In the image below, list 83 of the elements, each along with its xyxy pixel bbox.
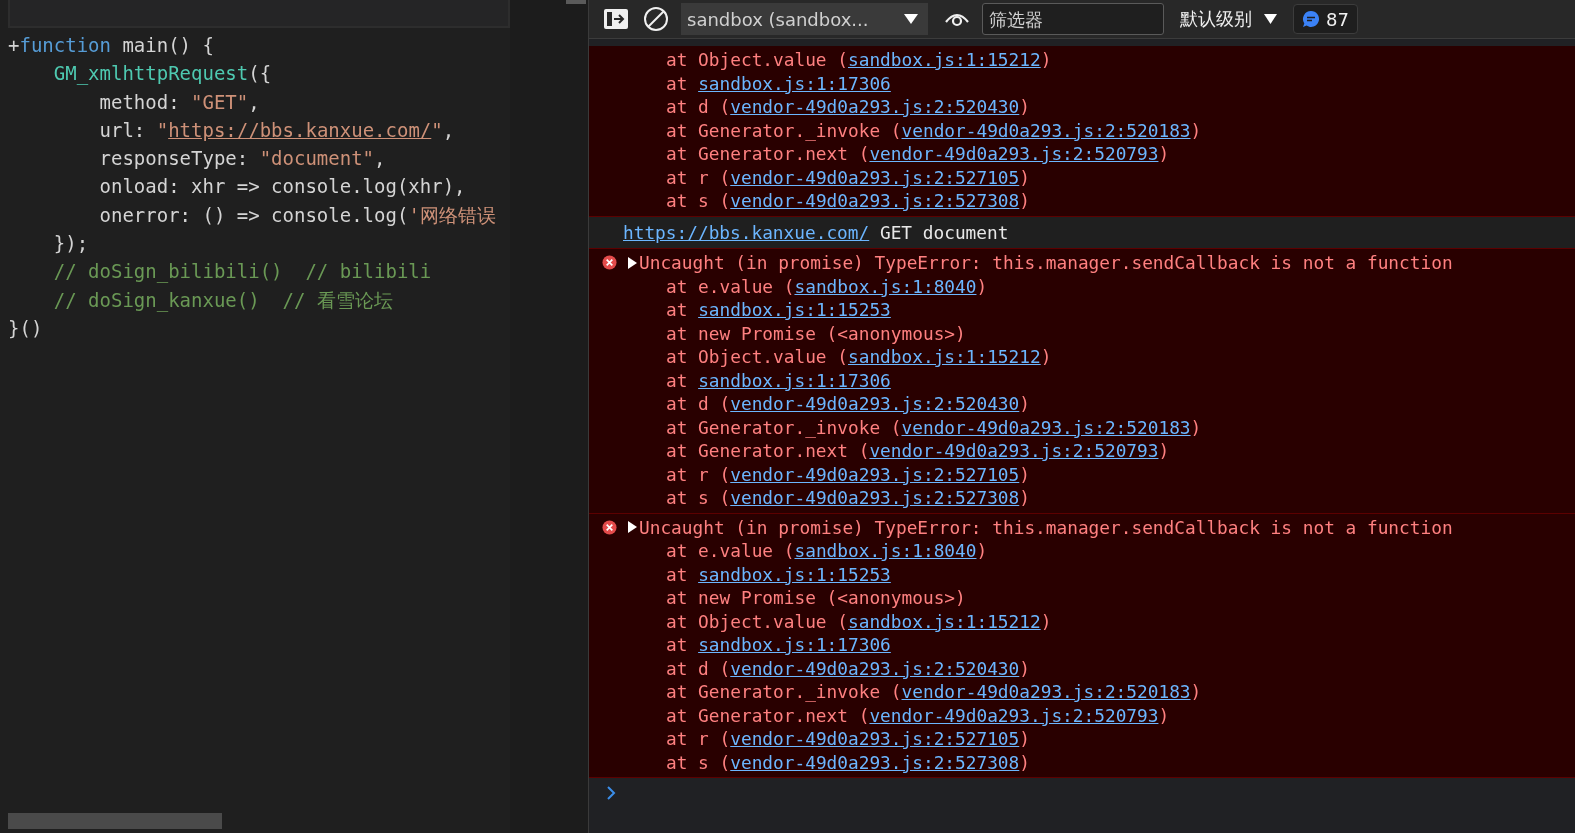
source-link[interactable]: sandbox.js:1:15253 bbox=[698, 299, 891, 320]
stack-frame: at Generator._invoke (vendor-49d0a293.js:2:520183) bbox=[589, 680, 1202, 704]
code-line: onload: xhr => console.log(xhr), bbox=[98, 174, 466, 200]
stack-frame: at Object.value (sandbox.js:1:15212) bbox=[589, 48, 1052, 72]
source-link[interactable]: vendor-49d0a293.js:2:527105 bbox=[730, 166, 1020, 188]
chat-bubble-icon bbox=[1302, 10, 1320, 28]
stack-frame: at r (vendor-49d0a293.js:2:527105) bbox=[589, 462, 1030, 486]
stack-frame: at e.value (sandbox.js:1:8040) bbox=[589, 274, 988, 298]
source-link[interactable]: vendor-49d0a293.js:2:520793 bbox=[869, 143, 1159, 164]
stack-frame: at s (vendor-49d0a293.js:2:527308) bbox=[589, 750, 1030, 774]
stack-frame: at Generator.next (vendor-49d0a293.js:2:520793) bbox=[589, 703, 1170, 727]
stack-frame: at sandbox.js:1:15253 bbox=[589, 562, 891, 586]
source-link[interactable]: vendor-49d0a293.js:2:520430 bbox=[730, 96, 1020, 117]
code-line: }); bbox=[52, 231, 89, 257]
source-link[interactable]: sandbox.js:1:15212 bbox=[848, 610, 1041, 632]
stack-frame: at sandbox.js:1:15253 bbox=[589, 298, 891, 322]
stack-frame: at s (vendor-49d0a293.js:2:527308) bbox=[589, 486, 1030, 510]
log-message: https://bbs.kanxue.com/ GET document bbox=[589, 216, 1575, 249]
source-link[interactable]: vendor-49d0a293.js:2:520430 bbox=[730, 393, 1020, 414]
context-dropdown[interactable]: sandbox (sandbox... bbox=[681, 3, 928, 35]
stack-frame: at s (vendor-49d0a293.js:2:527308) bbox=[589, 189, 1030, 213]
horizontal-scrollbar[interactable] bbox=[8, 813, 222, 829]
source-link[interactable]: sandbox.js:1:17306 bbox=[698, 72, 891, 94]
code-line: responseType: "document", bbox=[98, 146, 386, 172]
source-link[interactable]: vendor-49d0a293.js:2:527308 bbox=[730, 190, 1020, 211]
stack-frame: at d (vendor-49d0a293.js:2:520430) bbox=[589, 656, 1030, 680]
error-icon bbox=[602, 255, 617, 271]
source-link[interactable]: vendor-49d0a293.js:2:520183 bbox=[901, 681, 1191, 702]
filter-field[interactable]: 筛选器 bbox=[982, 3, 1164, 35]
code-line: method: "GET", bbox=[98, 89, 260, 115]
source-link[interactable]: vendor-49d0a293.js:2:527308 bbox=[730, 751, 1020, 773]
code-line: GM_xmlhttpRequest({ bbox=[52, 61, 272, 87]
scrollbar-thumb[interactable] bbox=[566, 0, 586, 4]
stack-frame: at new Promise (<anonymous>) bbox=[589, 321, 966, 345]
stack-frame: at e.value (sandbox.js:1:8040) bbox=[589, 539, 988, 563]
code-line: // doSign_bilibili() // bilibili bbox=[52, 259, 432, 285]
triangle-icon[interactable] bbox=[627, 256, 637, 269]
url-link[interactable]: https://bbs.kanxue.com/ bbox=[623, 221, 870, 243]
stack-frame: at Object.value (sandbox.js:1:15212) bbox=[589, 345, 1052, 369]
code-line: // doSign_kanxue() // 看雪论坛 bbox=[52, 287, 393, 314]
source-link[interactable]: vendor-49d0a293.js:2:520183 bbox=[901, 416, 1191, 438]
stack-frame: at Object.value (sandbox.js:1:15212) bbox=[589, 609, 1052, 633]
source-link[interactable]: sandbox.js:1:17306 bbox=[698, 369, 891, 391]
stack-frame: at d (vendor-49d0a293.js:2:520430) bbox=[589, 392, 1030, 416]
source-link[interactable]: vendor-49d0a293.js:2:520793 bbox=[869, 440, 1159, 461]
source-link[interactable]: vendor-49d0a293.js:2:527308 bbox=[730, 487, 1020, 508]
error-text: Uncaught (in promise) TypeError: this.manager.sendCallback is not a function bbox=[639, 251, 1453, 275]
source-link[interactable]: sandbox.js:1:15253 bbox=[698, 563, 891, 585]
stack-frame: at r (vendor-49d0a293.js:2:527105) bbox=[589, 165, 1030, 189]
source-link[interactable]: sandbox.js:1:8040 bbox=[794, 275, 977, 297]
source-link[interactable]: vendor-49d0a293.js:2:520183 bbox=[901, 119, 1191, 141]
code-line: onerror: () => console.log('网络错误 bbox=[98, 202, 496, 228]
code-line: url: "https://bbs.kanxue.com/", bbox=[98, 117, 455, 143]
stack-frame: at sandbox.js:1:17306 bbox=[589, 368, 891, 392]
source-link[interactable]: sandbox.js:1:8040 bbox=[794, 540, 977, 561]
stack-frame: at new Promise (<anonymous>) bbox=[589, 586, 966, 610]
stack-frame: at d (vendor-49d0a293.js:2:520430) bbox=[589, 95, 1030, 119]
sidebar-toggle-icon[interactable] bbox=[601, 6, 631, 32]
code-line: +function main() { bbox=[8, 33, 214, 58]
stack-frame: at r (vendor-49d0a293.js:2:527105) bbox=[589, 727, 1030, 751]
code-line: }() bbox=[8, 315, 43, 341]
error-icon bbox=[602, 519, 617, 535]
source-link[interactable]: vendor-49d0a293.js:2:520430 bbox=[730, 657, 1020, 679]
stack-frame: at sandbox.js:1:17306 bbox=[589, 71, 891, 95]
stack-frame: at Generator._invoke (vendor-49d0a293.js:2:520183) bbox=[589, 118, 1202, 142]
source-link[interactable]: vendor-49d0a293.js:2:527105 bbox=[730, 463, 1020, 485]
source-link[interactable]: sandbox.js:1:15212 bbox=[848, 346, 1041, 367]
clear-icon[interactable] bbox=[641, 4, 671, 34]
stack-frame: at Generator.next (vendor-49d0a293.js:2:520793) bbox=[589, 142, 1170, 166]
source-link[interactable]: sandbox.js:1:15212 bbox=[848, 49, 1041, 70]
stack-frame: at sandbox.js:1:17306 bbox=[589, 633, 891, 657]
source-link[interactable]: sandbox.js:1:17306 bbox=[698, 634, 891, 655]
caret-icon bbox=[904, 14, 918, 24]
stack-frame: at Generator._invoke (vendor-49d0a293.js:2:520183) bbox=[589, 415, 1202, 439]
source-link[interactable]: vendor-49d0a293.js:2:520793 bbox=[869, 704, 1159, 726]
error-text: Uncaught (in promise) TypeError: this.manager.sendCallback is not a function bbox=[639, 515, 1453, 539]
stack-frame: at Generator.next (vendor-49d0a293.js:2:520793) bbox=[589, 439, 1170, 463]
caret-icon bbox=[1264, 14, 1277, 24]
prompt-chevron-icon bbox=[607, 786, 616, 800]
level-dropdown[interactable]: 默认级别 bbox=[1174, 7, 1283, 31]
triangle-icon[interactable] bbox=[627, 521, 637, 534]
source-link[interactable]: vendor-49d0a293.js:2:527105 bbox=[730, 728, 1020, 749]
message-count-badge[interactable]: 87 bbox=[1293, 4, 1358, 34]
